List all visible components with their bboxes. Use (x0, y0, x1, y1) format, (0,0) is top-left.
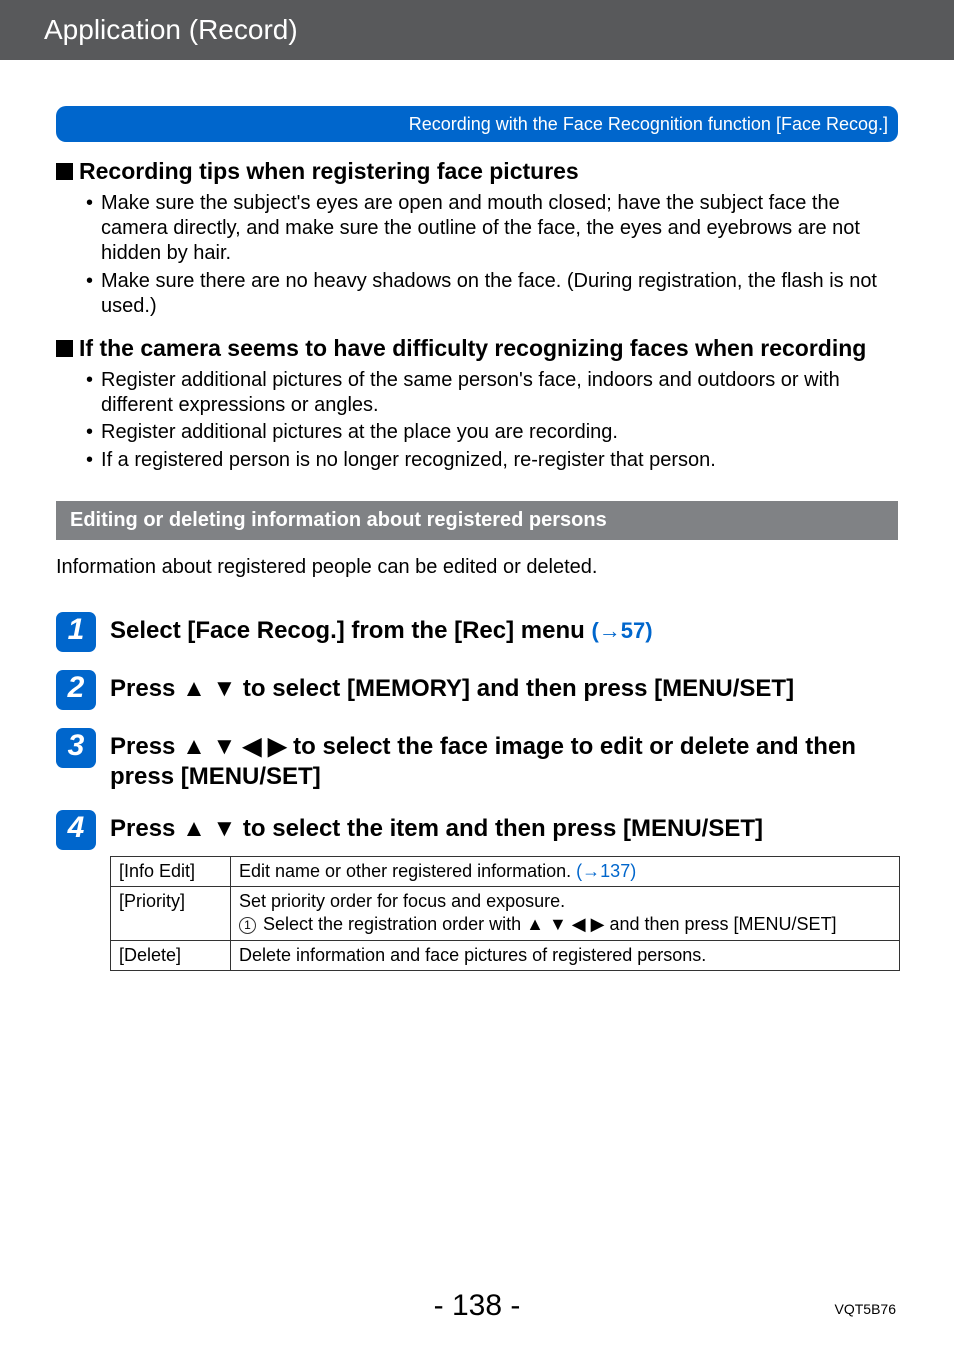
option-label: [Info Edit] (111, 856, 231, 886)
options-table: [Info Edit] Edit name or other registere… (110, 856, 900, 972)
section-heading-2: If the camera seems to have difficulty r… (56, 335, 898, 362)
square-bullet-icon (56, 163, 73, 180)
section-heading-1: Recording tips when registering face pic… (56, 158, 898, 185)
bullet-item: •Register additional pictures of the sam… (86, 368, 898, 418)
header-title: Application (Record) (44, 14, 298, 45)
bullet-dot-icon: • (86, 448, 93, 473)
step-text-post: to select the item and then press [MENU/… (236, 815, 763, 842)
subheading-text: Editing or deleting information about re… (70, 509, 607, 531)
arrow-4way-icon: ▲ ▼ ◀ ▶ (182, 733, 286, 760)
step-text-pre: Press (110, 675, 182, 702)
option-desc: Delete information and face pictures of … (231, 940, 900, 970)
step-text-post: to select [MEMORY] and then press [MENU/… (236, 675, 794, 702)
table-row: [Info Edit] Edit name or other registere… (111, 856, 900, 886)
section-heading-2-text: If the camera seems to have difficulty r… (79, 335, 866, 362)
step-number-badge: 4 (56, 810, 96, 850)
step-4: 4 Press ▲ ▼ to select the item and then … (56, 810, 898, 850)
bullet-text: Make sure there are no heavy shadows on … (101, 269, 898, 319)
doc-code: VQT5B76 (835, 1301, 896, 1317)
bullet-text: If a registered person is no longer reco… (101, 448, 716, 473)
circled-1-icon: 1 (239, 917, 256, 934)
page-number: - 138 - (0, 1289, 954, 1323)
step-text-pre: Select [Face Recog.] from the [Rec] menu (110, 617, 591, 644)
section-2-bullets: •Register additional pictures of the sam… (86, 368, 898, 473)
bullet-item: • Register additional pictures at the pla… (86, 420, 898, 445)
bullet-dot-icon: • (86, 269, 93, 319)
table-row: [Delete] Delete information and face pic… (111, 940, 900, 970)
step-3-text: Press ▲ ▼ ◀ ▶ to select the face image t… (110, 728, 898, 792)
section-heading-1-text: Recording tips when registering face pic… (79, 158, 579, 185)
bullet-dot-icon: • (86, 368, 93, 418)
step-1-text: Select [Face Recog.] from the [Rec] menu… (110, 612, 653, 646)
step-number-badge: 3 (56, 728, 96, 768)
arrow-up-down-icon: ▲ ▼ (182, 815, 236, 842)
bullet-item: •Make sure there are no heavy shadows on… (86, 269, 898, 319)
square-bullet-icon (56, 340, 73, 357)
desc-line-1: Set priority order for focus and exposur… (239, 890, 891, 913)
desc-line-2-post: and then press [MENU/SET] (604, 914, 836, 934)
option-desc: Set priority order for focus and exposur… (231, 887, 900, 941)
step-number-badge: 2 (56, 670, 96, 710)
desc-text: Edit name or other registered informatio… (239, 861, 576, 881)
subheading-bar: Editing or deleting information about re… (56, 501, 898, 540)
bullet-text: Register additional pictures at the plac… (101, 420, 618, 445)
step-2-text: Press ▲ ▼ to select [MEMORY] and then pr… (110, 670, 794, 704)
option-label: [Delete] (111, 940, 231, 970)
bullet-text: Register additional pictures of the same… (101, 368, 898, 418)
bullet-item: • If a registered person is no longer rec… (86, 448, 898, 473)
breadcrumb-pill: Recording with the Face Recognition func… (56, 106, 898, 142)
bullet-item: •Make sure the subject's eyes are open a… (86, 191, 898, 267)
step-1-link[interactable]: (→57) (591, 618, 652, 643)
table-row: [Priority] Set priority order for focus … (111, 887, 900, 941)
bullet-dot-icon: • (86, 420, 93, 445)
bullet-text: Make sure the subject's eyes are open an… (101, 191, 898, 267)
step-2: 2 Press ▲ ▼ to select [MEMORY] and then … (56, 670, 898, 710)
header-bar: Application (Record) (0, 0, 954, 60)
step-text-pre: Press (110, 733, 182, 760)
desc-line-2-pre: Select the registration order with (258, 914, 526, 934)
step-4-text: Press ▲ ▼ to select the item and then pr… (110, 810, 763, 844)
step-3: 3 Press ▲ ▼ ◀ ▶ to select the face image… (56, 728, 898, 792)
arrow-up-down-icon: ▲ ▼ (182, 675, 236, 702)
desc-line-2: 1 Select the registration order with ▲ ▼… (239, 913, 891, 936)
step-number-badge: 1 (56, 612, 96, 652)
section-1-bullets: •Make sure the subject's eyes are open a… (86, 191, 898, 319)
option-desc: Edit name or other registered informatio… (231, 856, 900, 886)
option-label: [Priority] (111, 887, 231, 941)
info-edit-link[interactable]: (→137) (576, 861, 636, 881)
breadcrumb-text: Recording with the Face Recognition func… (409, 114, 888, 135)
sub-paragraph: Information about registered people can … (56, 554, 898, 580)
step-1: 1 Select [Face Recog.] from the [Rec] me… (56, 612, 898, 652)
arrow-4way-icon: ▲ ▼ ◀ ▶ (526, 914, 604, 934)
bullet-dot-icon: • (86, 191, 93, 267)
step-text-pre: Press (110, 815, 182, 842)
